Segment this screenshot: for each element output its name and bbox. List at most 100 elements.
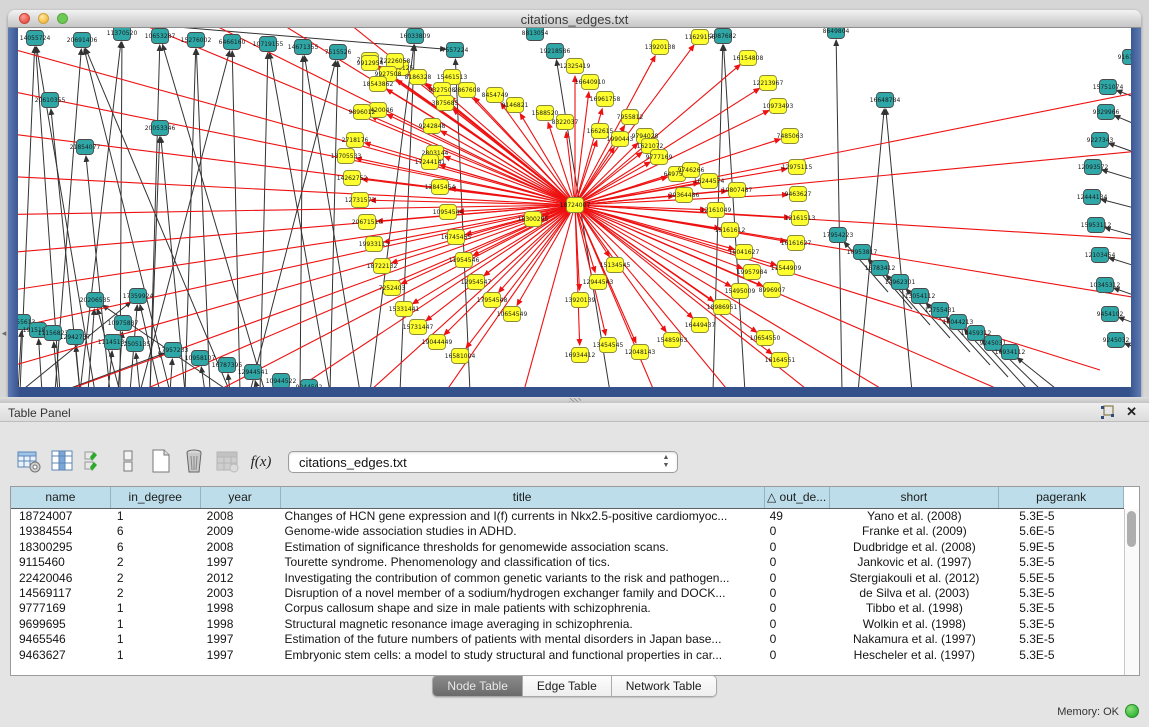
column-header-in_degree[interactable]: in_degree bbox=[111, 487, 201, 508]
svg-text:20671510: 20671510 bbox=[352, 219, 383, 226]
cell-out_de: 0 bbox=[765, 617, 830, 632]
svg-text:16961758: 16961758 bbox=[590, 96, 621, 103]
svg-text:14962301: 14962301 bbox=[885, 279, 916, 286]
table-row[interactable]: 911546021997Tourette syndrome. Phenomeno… bbox=[11, 555, 1124, 570]
svg-text:8649804: 8649804 bbox=[823, 28, 850, 35]
cell-year: 2003 bbox=[201, 586, 281, 601]
delete-table-icon[interactable] bbox=[181, 448, 209, 476]
svg-text:2867608: 2867608 bbox=[454, 87, 481, 94]
svg-text:12161049: 12161049 bbox=[701, 207, 732, 214]
table-scrollbar-thumb[interactable] bbox=[1127, 511, 1136, 547]
cell-name: 22420046 bbox=[11, 571, 111, 586]
resize-grip-icon[interactable] bbox=[569, 398, 581, 402]
column-header-pagerank[interactable]: pagerank bbox=[999, 487, 1124, 508]
svg-text:1588520: 1588520 bbox=[532, 110, 559, 117]
svg-text:10654549: 10654549 bbox=[497, 311, 528, 318]
cell-in_degree: 1 bbox=[111, 601, 201, 616]
cell-short: Tibbo et al. (1998) bbox=[830, 601, 1000, 616]
close-panel-icon[interactable]: ✕ bbox=[1126, 404, 1137, 420]
svg-text:15485963: 15485963 bbox=[657, 337, 688, 344]
cell-name: 9463627 bbox=[11, 648, 111, 663]
svg-text:10654550: 10654550 bbox=[750, 335, 781, 342]
cell-name: 9777169 bbox=[11, 601, 111, 616]
column-header-name[interactable]: name bbox=[11, 487, 111, 508]
select-columns-icon[interactable] bbox=[82, 448, 110, 476]
svg-text:15731447: 15731447 bbox=[403, 324, 434, 331]
cytoscape-app: citations_edges.txt 14055724206914061137… bbox=[0, 0, 1149, 727]
svg-text:9327508: 9327508 bbox=[429, 87, 456, 94]
svg-text:7955812: 7955812 bbox=[617, 114, 644, 121]
svg-text:17954223: 17954223 bbox=[823, 232, 854, 239]
table-row[interactable]: 969969511998Structural magnetic resonanc… bbox=[11, 617, 1124, 632]
network-window: citations_edges.txt 14055724206914061137… bbox=[8, 10, 1141, 397]
float-panel-icon[interactable] bbox=[1100, 405, 1115, 420]
network-canvas[interactable]: 1405572420691406113705201065328715276002… bbox=[18, 28, 1131, 387]
svg-text:15276002: 15276002 bbox=[181, 37, 212, 44]
column-header-title[interactable]: title bbox=[281, 487, 765, 508]
cell-short: Stergiakouli et al. (2012) bbox=[830, 571, 1000, 586]
svg-text:10958107: 10958107 bbox=[185, 355, 216, 362]
cell-in_degree: 6 bbox=[111, 524, 201, 539]
cell-in_degree: 6 bbox=[111, 540, 201, 555]
svg-text:8186328: 8186328 bbox=[405, 74, 432, 81]
new-table-icon[interactable] bbox=[148, 448, 176, 476]
svg-text:9242848: 9242848 bbox=[419, 123, 446, 130]
tab-node-table[interactable]: Node Table bbox=[433, 676, 523, 696]
cell-in_degree: 2 bbox=[111, 571, 201, 586]
import-table-icon-disabled bbox=[214, 448, 242, 476]
cell-name: 9465546 bbox=[11, 632, 111, 647]
cell-title: Structural magnetic resonance image aver… bbox=[281, 617, 765, 632]
tab-network-table[interactable]: Network Table bbox=[612, 676, 716, 696]
tab-edge-table[interactable]: Edge Table bbox=[523, 676, 612, 696]
show-column-icon[interactable] bbox=[49, 448, 77, 476]
table-row[interactable]: 1830029562008Estimation of significance … bbox=[11, 540, 1124, 555]
svg-text:8322037: 8322037 bbox=[552, 119, 579, 126]
function-builder-icon[interactable]: f(x) bbox=[247, 448, 275, 476]
svg-text:16044213: 16044213 bbox=[943, 319, 974, 326]
svg-text:9329966: 9329966 bbox=[1093, 109, 1120, 116]
svg-text:18300295: 18300295 bbox=[518, 216, 549, 223]
cell-out_de: 0 bbox=[765, 648, 830, 663]
table-row[interactable]: 946554611997Estimation of the future num… bbox=[11, 632, 1124, 647]
table-panel-header: Table Panel ✕ bbox=[0, 403, 1149, 422]
svg-text:12093572: 12093572 bbox=[1078, 164, 1109, 171]
svg-text:10953817: 10953817 bbox=[847, 249, 878, 256]
svg-text:13705533: 13705533 bbox=[331, 153, 362, 160]
cell-pagerank: 5.3E-5 bbox=[999, 601, 1124, 616]
svg-text:15751074: 15751074 bbox=[1093, 84, 1124, 91]
cell-short: de Silva et al. (2003) bbox=[830, 586, 1000, 601]
table-row[interactable]: 2242004622012Investigating the contribut… bbox=[11, 571, 1124, 586]
svg-text:21854077: 21854077 bbox=[70, 144, 101, 151]
table-row[interactable]: 1872400712008Changes of HCN gene express… bbox=[11, 509, 1124, 524]
svg-text:19933113: 19933113 bbox=[359, 241, 390, 248]
svg-text:6466160: 6466160 bbox=[219, 39, 246, 46]
svg-text:14055724: 14055724 bbox=[20, 35, 51, 42]
column-header-year[interactable]: year bbox=[201, 487, 281, 508]
table-row[interactable]: 946362711997Embryonic stem cells: a mode… bbox=[11, 648, 1124, 663]
cell-pagerank: 5.5E-5 bbox=[999, 571, 1124, 586]
svg-text:16581004: 16581004 bbox=[445, 353, 476, 360]
svg-text:16041627: 16041627 bbox=[729, 249, 760, 256]
panel-collapse-arrow-icon[interactable]: ◂ bbox=[0, 326, 8, 340]
row-options-icon[interactable] bbox=[115, 448, 143, 476]
svg-text:9146821: 9146821 bbox=[502, 102, 529, 109]
table-scrollbar[interactable] bbox=[1124, 509, 1139, 675]
svg-text:15161612: 15161612 bbox=[715, 227, 746, 234]
svg-text:11544909: 11544909 bbox=[771, 265, 802, 272]
svg-text:16449437: 16449437 bbox=[685, 322, 716, 329]
cell-pagerank: 5.3E-5 bbox=[999, 617, 1124, 632]
column-header-out_de[interactable]: △ out_de... bbox=[765, 487, 830, 508]
table-row[interactable]: 1938455462009Genome-wide association stu… bbox=[11, 524, 1124, 539]
memory-status-label: Memory: OK bbox=[1057, 706, 1119, 718]
column-header-short[interactable]: short bbox=[830, 487, 1000, 508]
table-selector-dropdown[interactable]: citations_edges.txt ▲▼ bbox=[288, 451, 678, 473]
cell-short: Franke et al. (2009) bbox=[830, 524, 1000, 539]
memory-status-indicator[interactable] bbox=[1125, 704, 1139, 718]
svg-text:16164551: 16164551 bbox=[765, 357, 796, 364]
svg-text:18543862: 18543862 bbox=[363, 81, 394, 88]
table-row[interactable]: 977716911998Corpus callosum shape and si… bbox=[11, 601, 1124, 616]
network-window-titlebar[interactable]: citations_edges.txt bbox=[8, 10, 1141, 28]
table-row[interactable]: 1456911722003Disruption of a novel membe… bbox=[11, 586, 1124, 601]
svg-text:12755431: 12755431 bbox=[925, 307, 956, 314]
table-settings-icon[interactable] bbox=[16, 448, 44, 476]
